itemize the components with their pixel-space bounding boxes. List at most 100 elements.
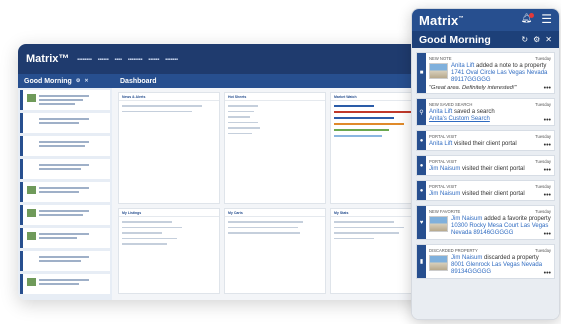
dashboard-area: News & Alerts Hot Sheets Market Watch My… [112, 88, 458, 300]
desktop-subbar: Good Morning ⚙ ✕ Dashboard [18, 74, 458, 88]
activity-card[interactable] [20, 251, 110, 271]
widget-title: Hot Sheets [225, 93, 325, 101]
feed-day: Tuesday [535, 159, 551, 164]
widget-title: My Carts [225, 209, 325, 217]
desktop-nav[interactable]: ■■■■■■■■ ■■■■■■ ■■■■ ■■■■■■■■ ■■■■■■ ■■■… [77, 57, 178, 61]
greeting-bar: Good Morning ↻ ⚙ ✕ [412, 31, 559, 48]
my-carts-widget: My Carts [224, 208, 326, 294]
dot-icon: ● [417, 181, 426, 200]
feed-item[interactable]: ● PORTAL VISIT Tuesday Anita Lift visited… [416, 130, 555, 151]
widget-title: Market Watch [331, 93, 423, 101]
search-icon: ⚲ [417, 99, 426, 125]
trash-icon: ▮ [417, 245, 426, 278]
client-link[interactable]: Jim Naisum [451, 216, 482, 222]
feed-item[interactable]: ⚲ NEW SAVED SEARCH Tuesday Anita Lift sav… [416, 98, 555, 126]
feed-action: discarded a property [482, 255, 539, 261]
news-widget: News & Alerts [118, 92, 220, 204]
feed-type: DISCARDED PROPERTY [429, 248, 478, 253]
feed-type: PORTAL VISIT [429, 184, 457, 189]
my-stats-widget: My Stats [330, 208, 424, 294]
more-icon[interactable]: ••• [544, 142, 551, 149]
property-thumbnail[interactable] [429, 255, 448, 271]
activity-feed[interactable]: ■ NEW NOTE Tuesday Anita Lift added a not… [412, 48, 559, 319]
feed-type: NEW NOTE [429, 56, 452, 61]
address-link[interactable]: 8001 Glenrock Las Vegas Nevada 89134GGGG… [451, 262, 542, 275]
client-link[interactable]: Anita Lift [451, 63, 474, 69]
more-icon[interactable]: ••• [544, 231, 551, 238]
feed-action: visited their client portal [460, 166, 525, 172]
more-icon[interactable]: ••• [544, 270, 551, 277]
saved-search-link[interactable]: Anita's Custom Search [429, 116, 490, 122]
more-icon[interactable]: ••• [544, 117, 551, 124]
dot-icon: ● [417, 156, 426, 175]
feed-action: visited their client portal [452, 141, 517, 147]
activity-card[interactable] [20, 228, 110, 248]
feed-action: added a favorite property [482, 216, 551, 222]
client-link[interactable]: Jim Naisum [429, 191, 460, 197]
client-link[interactable]: Jim Naisum [429, 166, 460, 172]
note-quote: "Great area. Definitely interested!" [429, 85, 517, 91]
more-icon[interactable]: ••• [544, 167, 551, 174]
address-link[interactable]: 10300 Rocky Mesa Court Las Vegas Nevada … [451, 223, 548, 236]
widget-title: My Listings [119, 209, 219, 217]
nav-item[interactable]: ■■■■ [115, 57, 122, 61]
desktop-greeting: Good Morning ⚙ ✕ [18, 78, 112, 85]
feed-type: NEW SAVED SEARCH [429, 102, 473, 107]
widget-title: News & Alerts [119, 93, 219, 101]
feed-item[interactable]: ▮ DISCARDED PROPERTY Tuesday Jim Naisum d… [416, 244, 555, 279]
client-link[interactable]: Anita Lift [429, 109, 452, 115]
feed-day: Tuesday [535, 184, 551, 189]
widget-title: My Stats [331, 209, 423, 217]
desktop-logo: Matrix™ [26, 53, 70, 65]
dashboard-title: Dashboard [120, 77, 157, 85]
more-icon[interactable]: ••• [544, 192, 551, 199]
nav-item[interactable]: ■■■■■■■■ [128, 57, 143, 61]
close-icon[interactable]: ✕ [84, 78, 88, 84]
more-icon[interactable]: ••• [544, 85, 551, 92]
client-link[interactable]: Jim Naisum [451, 255, 482, 261]
hot-sheets-widget: Hot Sheets [224, 92, 326, 204]
activity-card[interactable] [20, 136, 110, 156]
activity-card[interactable] [20, 159, 110, 179]
feed-action: visited their client portal [460, 191, 525, 197]
desktop-screen: Matrix™ ■■■■■■■■ ■■■■■■ ■■■■ ■■■■■■■■ ■■… [18, 44, 458, 300]
feed-type: PORTAL VISIT [429, 159, 457, 164]
settings-icon[interactable]: ⚙ [76, 78, 80, 84]
feed-day: Tuesday [535, 209, 551, 214]
activity-card[interactable] [20, 182, 110, 202]
feed-item[interactable]: ♥ NEW FAVORITE Tuesday Jim Naisum added a… [416, 205, 555, 240]
nav-item[interactable]: ■■■■■■■■ [77, 57, 92, 61]
close-icon[interactable]: ✕ [545, 35, 552, 44]
nav-item[interactable]: ■■■■■■ [149, 57, 160, 61]
activity-card[interactable] [20, 274, 110, 294]
address-link[interactable]: 1741 Oval Circle Las Vegas Nevada 89117G… [451, 70, 547, 83]
client-link[interactable]: Anita Lift [429, 141, 452, 147]
desktop-activity-list[interactable] [18, 88, 112, 300]
feed-day: Tuesday [535, 102, 551, 107]
feed-item[interactable]: ● PORTAL VISIT Tuesday Jim Naisum visited… [416, 180, 555, 201]
hamburger-menu-icon[interactable]: ☰ [541, 13, 552, 25]
dot-icon: ● [417, 131, 426, 150]
refresh-icon[interactable]: ↻ [521, 35, 528, 44]
feed-item[interactable]: ● PORTAL VISIT Tuesday Jim Naisum visited… [416, 155, 555, 176]
feed-day: Tuesday [535, 134, 551, 139]
feed-type: PORTAL VISIT [429, 134, 457, 139]
nav-item[interactable]: ■■■■■■■ [165, 57, 178, 61]
settings-icon[interactable]: ⚙ [533, 35, 540, 44]
feed-action: added a note to a property [474, 63, 547, 69]
activity-card[interactable] [20, 90, 110, 110]
activity-card[interactable] [20, 113, 110, 133]
feed-type: NEW FAVORITE [429, 209, 461, 214]
mobile-top-bar: Matrix™ 🔔︎ ☰ [412, 9, 559, 31]
greeting-text: Good Morning [24, 77, 72, 85]
feed-day: Tuesday [535, 248, 551, 253]
feed-item[interactable]: ■ NEW NOTE Tuesday Anita Lift added a not… [416, 52, 555, 94]
heart-icon: ♥ [417, 206, 426, 239]
market-watch-widget: Market Watch [330, 92, 424, 204]
nav-item[interactable]: ■■■■■■ [98, 57, 109, 61]
feed-day: Tuesday [535, 56, 551, 61]
property-thumbnail[interactable] [429, 63, 448, 79]
notification-badge [529, 13, 534, 18]
property-thumbnail[interactable] [429, 216, 448, 232]
activity-card[interactable] [20, 205, 110, 225]
